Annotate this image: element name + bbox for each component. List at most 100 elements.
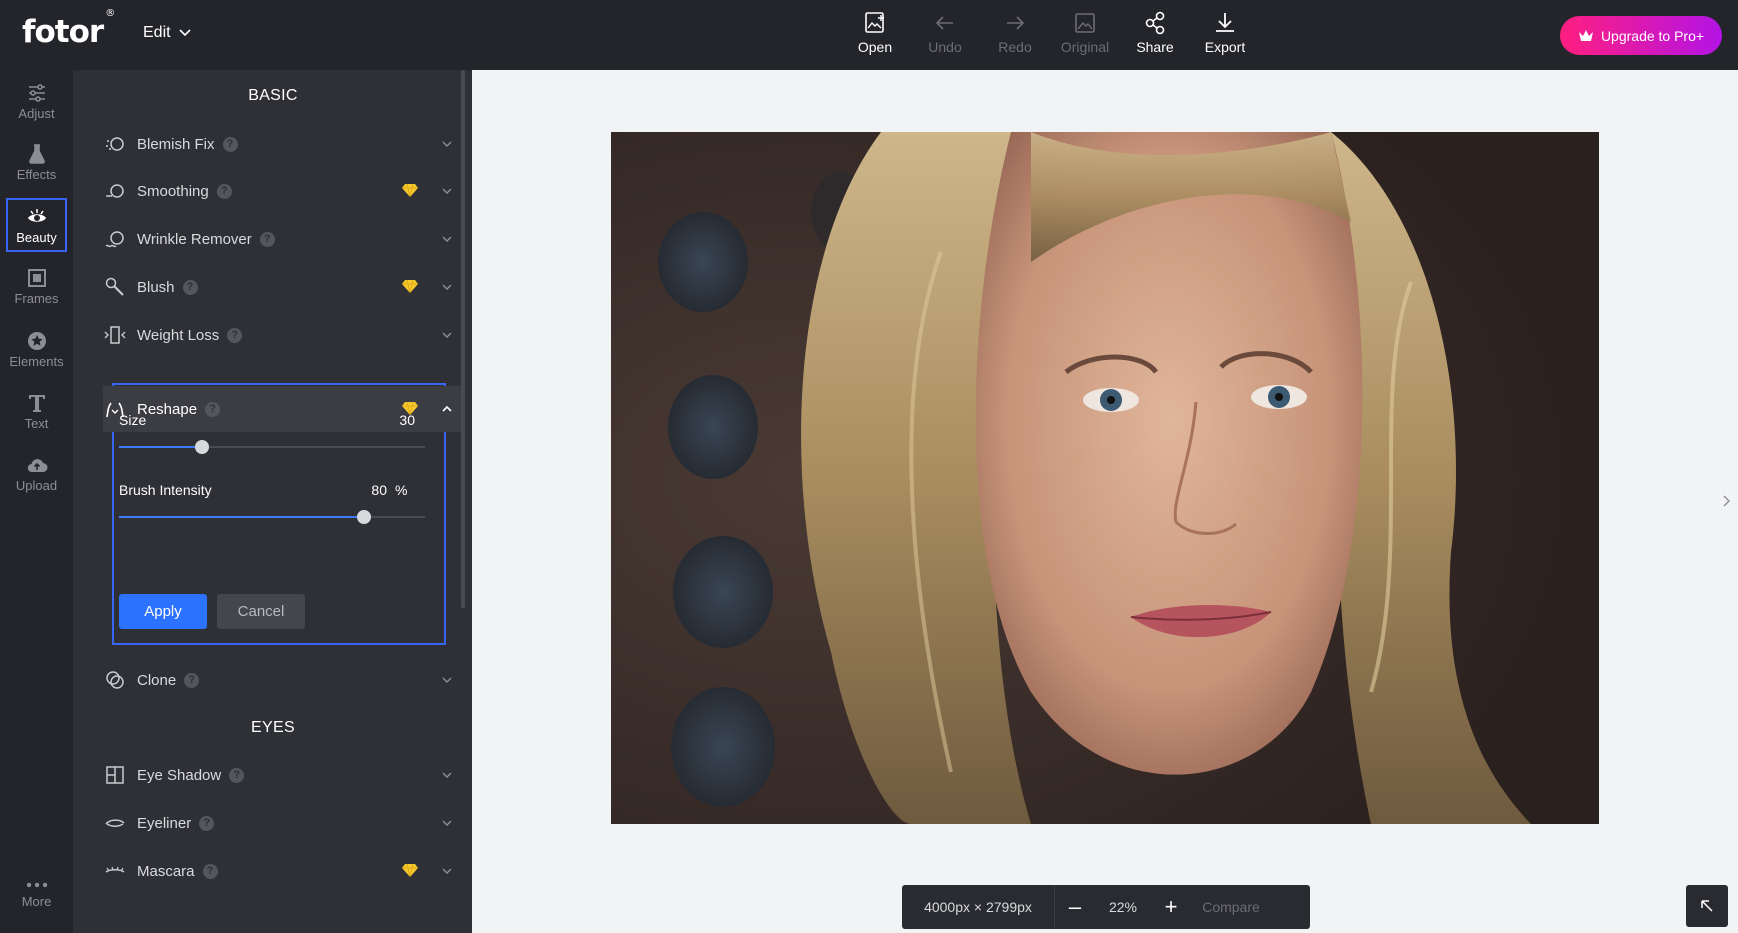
tool-row-mascara[interactable]: Mascara ? (103, 850, 463, 892)
undo-label: Undo (928, 39, 962, 55)
portrait-photo[interactable] (611, 132, 1599, 824)
zoom-in-button[interactable]: + (1151, 894, 1191, 920)
chevron-down-icon (442, 772, 452, 778)
rail-item-effects[interactable]: Effects (6, 135, 67, 189)
help-icon[interactable]: ? (182, 279, 198, 295)
more-dots-icon (26, 882, 47, 888)
tool-row-wrinkle-remover[interactable]: Wrinkle Remover ? (103, 218, 463, 260)
tool-row-eye-shadow[interactable]: Eye Shadow ? (103, 754, 463, 796)
share-icon (1145, 11, 1165, 35)
upgrade-label: Upgrade to Pro+ (1600, 27, 1705, 44)
chevron-down-icon (442, 677, 452, 683)
eye-icon (27, 208, 46, 222)
export-icon (1216, 13, 1234, 32)
tool-label-blemish-fix: Blemish Fix (137, 135, 215, 153)
open-label: Open (857, 39, 893, 55)
size-label: Size (119, 412, 147, 428)
rail-label-text: Text (24, 415, 49, 431)
cancel-button[interactable]: Cancel (217, 594, 305, 629)
star-icon (27, 331, 46, 350)
apply-button[interactable]: Apply (119, 594, 207, 629)
tool-row-blush[interactable]: Blush ? (103, 266, 463, 308)
size-slider-thumb[interactable] (194, 440, 209, 454)
more-label: More (21, 894, 52, 909)
rail-item-adjust[interactable]: Adjust (6, 74, 67, 128)
undo-button[interactable]: Undo (910, 10, 980, 55)
chevron-down-icon (442, 332, 452, 338)
compare-button[interactable]: Compare (1191, 899, 1271, 915)
rail-item-frames[interactable]: Frames (6, 259, 67, 313)
brush-intensity-slider-fill (119, 516, 364, 518)
eye-shadow-icon (106, 766, 124, 784)
image-dimensions: 4000px × 2799px (924, 899, 1032, 915)
wrinkle-remover-icon (105, 231, 124, 248)
rail-item-elements[interactable]: Elements (6, 322, 67, 376)
blush-brush-icon (105, 277, 124, 296)
open-button[interactable]: Open (840, 10, 910, 55)
top-bar: fotor® Edit Open Undo Redo Original Shar… (0, 0, 1738, 70)
share-button[interactable]: Share (1120, 10, 1190, 55)
rail-item-upload[interactable]: Upload (6, 446, 67, 500)
tool-label-eye-shadow: Eye Shadow (137, 766, 222, 784)
weight-loss-icon (104, 326, 126, 344)
edit-menu[interactable]: Edit (143, 24, 191, 42)
left-rail: Adjust Effects Beauty Frames Elements Te… (0, 70, 73, 933)
tool-label-mascara: Mascara (137, 862, 195, 880)
help-icon[interactable]: ? (259, 231, 275, 247)
redo-button[interactable]: Redo (980, 10, 1050, 55)
chevron-down-icon (442, 820, 452, 826)
tool-label-blush: Blush (137, 278, 175, 296)
help-icon[interactable]: ? (202, 863, 218, 879)
redo-icon (1007, 16, 1025, 30)
portrait-image (611, 132, 1599, 824)
sliders-icon (28, 83, 45, 102)
tool-row-weight-loss[interactable]: Weight Loss ? (103, 314, 463, 356)
smoothing-icon (106, 184, 124, 198)
size-slider-fill (119, 446, 202, 448)
brush-intensity-slider-thumb[interactable] (356, 510, 371, 524)
export-label: Export (1204, 39, 1246, 55)
upgrade-button[interactable]: Upgrade to Pro+ (1560, 16, 1722, 55)
help-icon[interactable]: ? (222, 136, 238, 152)
edit-menu-label: Edit (143, 24, 171, 41)
brush-intensity-slider[interactable] (119, 510, 425, 524)
rail-item-beauty[interactable]: Beauty (6, 198, 67, 252)
size-slider[interactable] (119, 440, 425, 454)
help-icon[interactable]: ? (227, 327, 243, 343)
help-icon[interactable]: ? (205, 401, 221, 417)
help-icon[interactable]: ? (229, 767, 245, 783)
rail-item-text[interactable]: Text (6, 384, 67, 438)
zoom-out-button[interactable]: – (1055, 894, 1095, 920)
zoom-bar: 4000px × 2799px – 22% + Compare (902, 885, 1310, 929)
tool-row-eyeliner[interactable]: Eyeliner ? (103, 802, 463, 844)
help-icon[interactable]: ? (199, 815, 215, 831)
chevron-up-icon (442, 405, 452, 412)
panel-scrollbar[interactable] (461, 70, 465, 608)
fotor-logo[interactable]: fotor® (22, 8, 115, 50)
chevron-down-icon (442, 868, 452, 874)
pro-gem-icon (402, 183, 418, 197)
eyeliner-icon (105, 819, 125, 827)
expand-right-button[interactable] (1723, 494, 1731, 512)
rail-label-elements: Elements (9, 353, 64, 369)
fit-screen-button[interactable] (1686, 885, 1728, 927)
redo-label: Redo (998, 39, 1032, 55)
tool-row-smoothing[interactable]: Smoothing ? (103, 170, 463, 212)
more-button[interactable]: More (6, 882, 67, 909)
chevron-right-icon (1723, 495, 1730, 507)
tool-label-wrinkle-remover: Wrinkle Remover (137, 230, 252, 248)
beauty-panel: BASIC Blemish Fix ? Smoothing ? Wrinkle … (73, 70, 472, 933)
section-title-basic: BASIC (248, 87, 298, 104)
export-button[interactable]: Export (1190, 10, 1260, 55)
help-icon[interactable]: ? (184, 672, 200, 688)
chevron-down-icon (179, 29, 191, 37)
tool-label-weight-loss: Weight Loss (137, 326, 220, 344)
chevron-down-icon (442, 284, 452, 290)
cloud-upload-icon (27, 458, 47, 472)
original-button[interactable]: Original (1050, 10, 1120, 55)
chevron-down-icon (442, 236, 452, 242)
help-icon[interactable]: ? (216, 183, 232, 199)
tool-label-clone: Clone (137, 671, 177, 689)
tool-row-clone[interactable]: Clone ? (103, 659, 463, 701)
tool-row-blemish-fix[interactable]: Blemish Fix ? (103, 123, 463, 165)
